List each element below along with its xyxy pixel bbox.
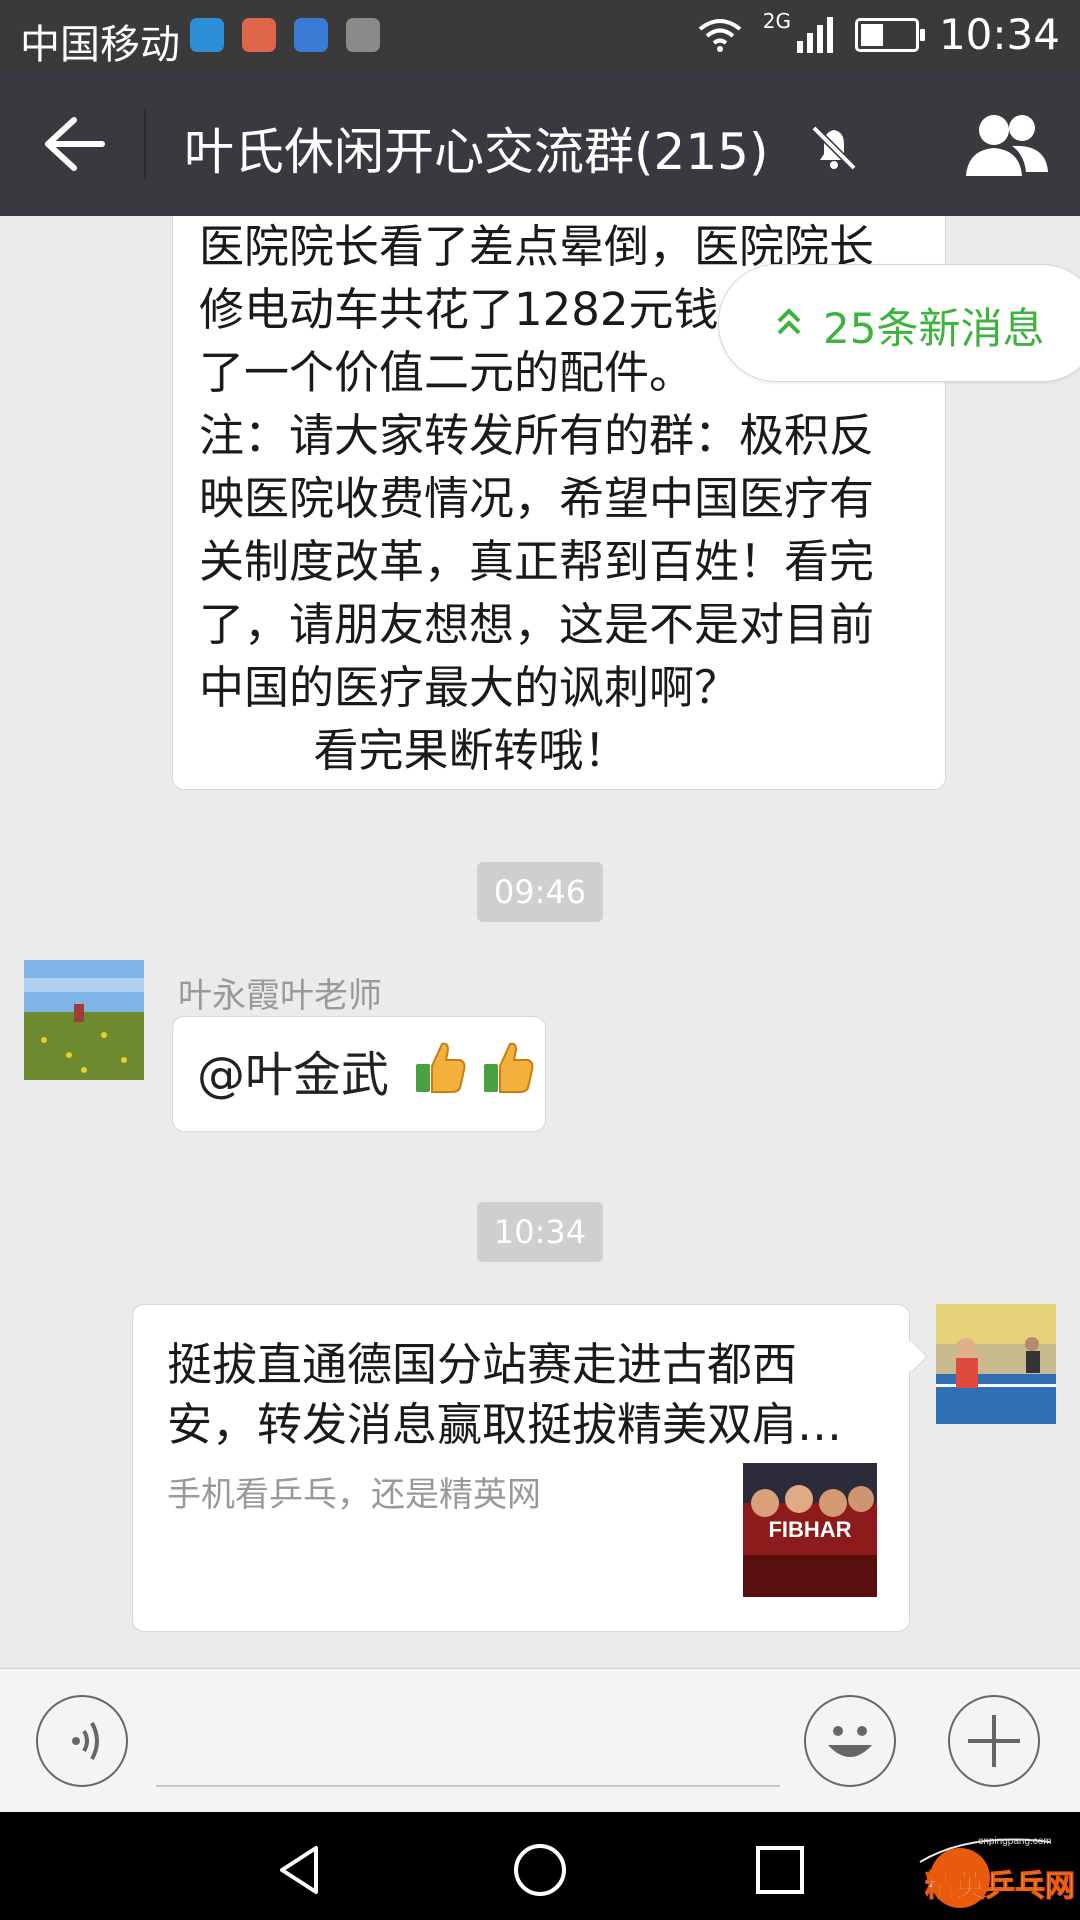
nav-recents-icon[interactable] (752, 1842, 808, 1898)
timestamp: 10:34 (477, 1202, 603, 1262)
system-nav-bar: cnpingpang.com 精英乒乓网 (0, 1812, 1080, 1920)
link-thumb-text: FIBHAR (768, 1517, 851, 1542)
watermark-text: 精英乒乓网 (925, 1869, 1075, 1904)
sender-name: 叶永霞叶老师 (178, 976, 382, 1016)
mail-notification-icon (242, 18, 276, 52)
wifi-icon (698, 18, 741, 52)
link-title: 挺拔直通德国分站赛走进古都西安，转发消息赢取挺拔精美双肩… (167, 1338, 843, 1451)
back-arrow-icon[interactable] (40, 114, 110, 174)
chat-input-bar (0, 1668, 1080, 1813)
site-watermark-logo: cnpingpang.com 精英乒乓网 (919, 1836, 1076, 1908)
thumbs-up-emoji-pair (414, 1020, 534, 1136)
group-title: 叶氏休闲开心交流群(215) (184, 123, 769, 181)
signal-icon (796, 16, 833, 53)
smiley-icon (828, 1726, 872, 1757)
network-type-label: 2G (762, 8, 791, 33)
nav-home-icon[interactable] (512, 1842, 568, 1898)
battery-icon (854, 17, 925, 52)
my-avatar[interactable] (936, 1304, 1056, 1424)
clock: 10:34 (938, 10, 1060, 59)
more-actions-button[interactable] (948, 1695, 1040, 1787)
voice-icon (72, 1722, 99, 1760)
mention-message[interactable]: @叶金武 (172, 1016, 546, 1132)
link-description: 手机看乒乓，还是精英网 (167, 1475, 541, 1515)
shared-link-card[interactable]: 挺拔直通德国分站赛走进古都西安，转发消息赢取挺拔精美双肩… 手机看乒乓，还是精英… (132, 1304, 910, 1632)
new-messages-button[interactable]: 25条新消息 (718, 264, 1080, 382)
emoji-button[interactable] (804, 1695, 896, 1787)
gallery-notification-icon (346, 18, 380, 52)
nav-back-icon[interactable] (272, 1842, 328, 1898)
group-members-icon[interactable] (964, 110, 1050, 180)
mute-bell-icon (811, 125, 857, 171)
message-list[interactable]: 医院院长看了差点晕倒，医院院长 修电动车共花了1282元钱， 了一个价值二元的配… (0, 216, 1080, 1668)
carrier-label: 中国移动 (20, 22, 180, 68)
timestamp: 09:46 (477, 862, 603, 922)
mention-text: @叶金武 (197, 1047, 390, 1103)
voice-input-button[interactable] (36, 1695, 128, 1787)
header-divider (144, 108, 146, 180)
new-messages-label: 25条新消息 (823, 304, 1045, 353)
double-chevron-up-icon (777, 308, 801, 335)
watermark-url: cnpingpang.com (978, 1836, 1051, 1847)
thumbs-up-icon (483, 1042, 534, 1093)
chat-header: 叶氏休闲开心交流群(215) (0, 72, 1080, 216)
status-bar: 中国移动 2G 10:34 (0, 0, 1080, 72)
avatar[interactable] (24, 960, 144, 1080)
app-notification-icon (190, 18, 224, 52)
notification-icons (190, 18, 380, 52)
health-notification-icon (294, 18, 328, 52)
plus-icon (968, 1715, 1020, 1767)
thumbs-up-icon (416, 1042, 466, 1093)
link-thumbnail: FIBHAR (743, 1463, 877, 1597)
message-input[interactable] (156, 1785, 780, 1787)
